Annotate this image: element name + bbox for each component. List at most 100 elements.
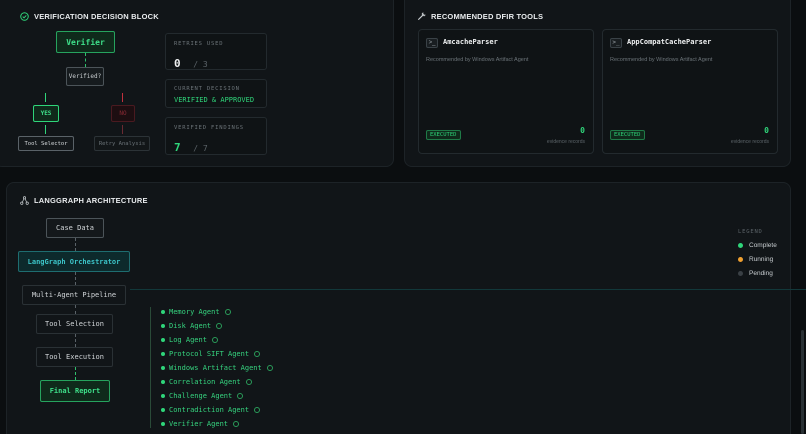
retries-stat-card: RETRIES USED 0 / 3 <box>165 33 267 70</box>
evidence-label: evidence records <box>546 139 585 145</box>
yes-branch-line <box>45 93 46 102</box>
yes-target-line <box>45 125 46 134</box>
agent-list-item[interactable]: Correlation Agent <box>161 377 252 387</box>
check-circle-icon <box>254 407 261 413</box>
verified-question-node: Verified? <box>66 67 104 86</box>
evidence-count: 0 <box>580 126 585 135</box>
terminal-icon: >_ <box>426 38 438 48</box>
check-circle-icon <box>237 393 244 399</box>
check-circle-icon <box>224 309 231 315</box>
check-circle-icon <box>266 365 273 371</box>
legend-title: LEGEND <box>738 229 763 235</box>
case-data-node[interactable]: Case Data <box>46 218 104 238</box>
tool-selector-node: Tool Selector <box>18 136 74 151</box>
evidence-count: 0 <box>764 126 769 135</box>
legend-label: Running <box>749 255 774 263</box>
legend-dot-icon <box>738 242 743 248</box>
legend-label: Complete <box>749 241 777 249</box>
agent-list-item[interactable]: Log Agent <box>161 335 218 345</box>
decision-label: CURRENT DECISION <box>174 86 240 92</box>
check-circle-icon <box>20 12 29 21</box>
legend-label: Pending <box>749 269 773 277</box>
agent-name: Verifier Agent <box>169 420 229 428</box>
executed-badge: EXECUTED <box>426 130 461 140</box>
tool-desc: Recommended by Windows Artifact Agent <box>426 57 529 63</box>
tool-name: AppCompatCacheParser <box>627 38 712 46</box>
agent-list-item[interactable]: Memory Agent <box>161 307 231 317</box>
verification-title: VERIFICATION DECISION BLOCK <box>34 12 159 21</box>
status-dot-icon <box>161 394 165 398</box>
agent-name: Log Agent <box>169 336 207 344</box>
agent-name: Disk Agent <box>169 322 212 330</box>
graph-icon <box>20 196 29 205</box>
findings-value: 7 <box>174 141 181 154</box>
wrench-icon <box>418 12 426 20</box>
agent-list-item[interactable]: Disk Agent <box>161 321 223 331</box>
tool-name: AmcacheParser <box>443 38 498 46</box>
agent-list-item[interactable]: Challenge Agent <box>161 391 244 401</box>
tool-desc: Recommended by Windows Artifact Agent <box>610 57 713 63</box>
agent-name: Challenge Agent <box>169 392 233 400</box>
agent-list-item[interactable]: Verifier Agent <box>161 419 240 429</box>
decision-value: VERIFIED & APPROVED <box>174 96 255 104</box>
status-dot-icon <box>161 338 165 342</box>
orchestrator-divider <box>130 289 806 290</box>
agent-list-rail <box>150 307 151 428</box>
status-dot-icon <box>161 408 165 412</box>
tools-title: RECOMMENDED DFIR TOOLS <box>431 12 544 21</box>
no-branch-line <box>122 93 123 102</box>
architecture-title: LANGGRAPH ARCHITECTURE <box>34 196 148 205</box>
architecture-panel <box>6 182 791 434</box>
check-circle-icon <box>254 351 261 357</box>
status-dot-icon <box>161 380 165 384</box>
verifier-node[interactable]: Verifier <box>56 31 115 53</box>
tool-card-amcache[interactable]: >_ AmcacheParser Recommended by Windows … <box>418 29 594 154</box>
tool-card-appcompat[interactable]: >_ AppCompatCacheParser Recommended by W… <box>602 29 778 154</box>
connector-selection-execution <box>75 334 76 347</box>
check-circle-icon <box>245 379 252 385</box>
agent-name: Contradiction Agent <box>169 406 250 414</box>
retries-value: 0 <box>174 57 181 70</box>
orchestrator-node[interactable]: LangGraph Orchestrator <box>18 251 130 272</box>
connector-execution-report <box>75 367 76 380</box>
yes-node: YES <box>33 105 59 122</box>
tool-selection-node[interactable]: Tool Selection <box>36 314 113 334</box>
multi-agent-pipeline-node[interactable]: Multi-Agent Pipeline <box>22 285 126 305</box>
retries-label: RETRIES USED <box>174 41 224 47</box>
agent-name: Windows Artifact Agent <box>169 364 262 372</box>
legend-item: Complete <box>738 240 777 250</box>
retries-total: / 3 <box>193 60 208 69</box>
executed-badge: EXECUTED <box>610 130 645 140</box>
agent-name: Correlation Agent <box>169 378 241 386</box>
legend-item: Running <box>738 254 773 264</box>
findings-label: VERIFIED FINDINGS <box>174 125 244 131</box>
check-circle-icon <box>233 421 240 427</box>
connector-case-orchestrator <box>75 238 76 251</box>
legend-dot-icon <box>738 270 743 276</box>
legend-dot-icon <box>738 256 743 262</box>
status-dot-icon <box>161 324 165 328</box>
agent-list-item[interactable]: Contradiction Agent <box>161 405 261 415</box>
check-circle-icon <box>216 323 223 329</box>
tool-execution-node[interactable]: Tool Execution <box>36 347 113 367</box>
status-dot-icon <box>161 352 165 356</box>
findings-total: / 7 <box>193 144 208 153</box>
final-report-node[interactable]: Final Report <box>40 380 110 402</box>
check-circle-icon <box>211 337 218 343</box>
agent-list-item[interactable]: Windows Artifact Agent <box>161 363 273 373</box>
scrollbar[interactable] <box>801 330 804 434</box>
connector-pipeline-selection <box>75 305 76 314</box>
agent-name: Memory Agent <box>169 308 220 316</box>
status-dot-icon <box>161 422 165 426</box>
no-node: NO <box>111 105 135 122</box>
agent-name: Protocol SIFT Agent <box>169 350 250 358</box>
decision-stat-card: CURRENT DECISION VERIFIED & APPROVED <box>165 79 267 108</box>
retry-analysis-node: Retry Analysis <box>94 136 150 151</box>
no-target-line <box>122 125 123 134</box>
agent-list-item[interactable]: Protocol SIFT Agent <box>161 349 261 359</box>
findings-stat-card: VERIFIED FINDINGS 7 / 7 <box>165 117 267 155</box>
legend-item: Pending <box>738 268 773 278</box>
connector-verifier-question <box>85 53 86 67</box>
connector-orchestrator-pipeline <box>75 272 76 285</box>
evidence-label: evidence records <box>730 139 769 145</box>
